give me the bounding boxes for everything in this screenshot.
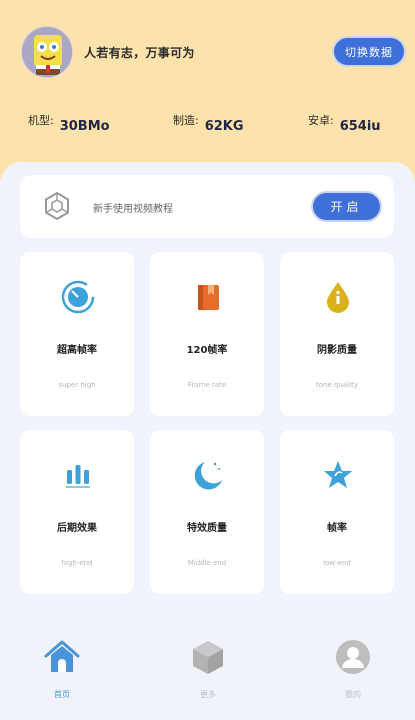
- stat-label: 制造:: [173, 114, 199, 127]
- tutorial-text: 新手使用视频教程: [93, 204, 173, 215]
- card-low-end[interactable]: 帧率 low-end: [280, 430, 394, 594]
- stat-model: 机型: 30BMo: [28, 112, 110, 134]
- tab-home[interactable]: 首页: [32, 638, 92, 700]
- avatar[interactable]: [21, 26, 73, 78]
- spongebob-avatar-icon: [22, 27, 72, 77]
- moon-icon: [194, 462, 222, 490]
- card-subtitle: low-end: [323, 559, 351, 567]
- card-tone-quality[interactable]: 阴影质量 tone quality: [280, 252, 394, 416]
- stat-label: 安卓:: [308, 114, 334, 127]
- stat-value: 30BMo: [59, 119, 110, 134]
- tab-more[interactable]: 更多: [178, 638, 238, 700]
- bar-chart-icon: [66, 465, 90, 488]
- tab-mine[interactable]: 我的: [323, 638, 383, 700]
- user-icon: [336, 640, 370, 674]
- star-icon: [324, 461, 352, 488]
- cube-icon: [193, 641, 223, 674]
- open-button[interactable]: 开启: [313, 193, 380, 220]
- card-title: 120帧率: [186, 345, 228, 356]
- card-subtitle: high-end: [61, 559, 93, 567]
- card-frame-rate-120[interactable]: 120帧率 Frame rate: [150, 252, 264, 416]
- tab-label: 我的: [345, 690, 361, 699]
- book-icon: [198, 285, 219, 310]
- card-subtitle: super high: [58, 381, 96, 389]
- tab-label: 更多: [200, 690, 216, 699]
- tab-label: 首页: [54, 690, 70, 699]
- stat-manufacture: 制造: 62KG: [173, 112, 244, 134]
- stat-value: 62KG: [204, 119, 244, 134]
- switch-data-button[interactable]: 切换数据: [334, 38, 404, 65]
- motto-text: 人若有志，万事可为: [84, 46, 195, 60]
- card-subtitle: Middle end: [187, 559, 227, 567]
- home-icon: [44, 640, 80, 672]
- card-subtitle: Frame rate: [187, 381, 227, 389]
- drop-icon: [327, 282, 349, 313]
- tutorial-banner[interactable]: 新手使用视频教程 开启: [20, 175, 394, 238]
- card-title: 特效质量: [187, 523, 227, 534]
- card-subtitle: tone quality: [316, 381, 358, 389]
- card-title: 超高帧率: [57, 345, 97, 356]
- card-title: 阴影质量: [317, 345, 357, 356]
- speedometer-icon: [61, 280, 95, 314]
- card-title: 后期效果: [57, 523, 97, 534]
- stat-label: 机型:: [28, 114, 54, 127]
- stat-android: 安卓: 654iu: [308, 112, 381, 134]
- card-middle-end[interactable]: 特效质量 Middle end: [150, 430, 264, 594]
- card-super-high[interactable]: 超高帧率 super high: [20, 252, 134, 416]
- card-high-end[interactable]: 后期效果 high-end: [20, 430, 134, 594]
- card-title: 帧率: [327, 523, 347, 534]
- stat-value: 654iu: [339, 119, 381, 134]
- bottom-tab-bar: 首页 更多 我的: [0, 620, 415, 720]
- hexagon-icon: [45, 191, 69, 221]
